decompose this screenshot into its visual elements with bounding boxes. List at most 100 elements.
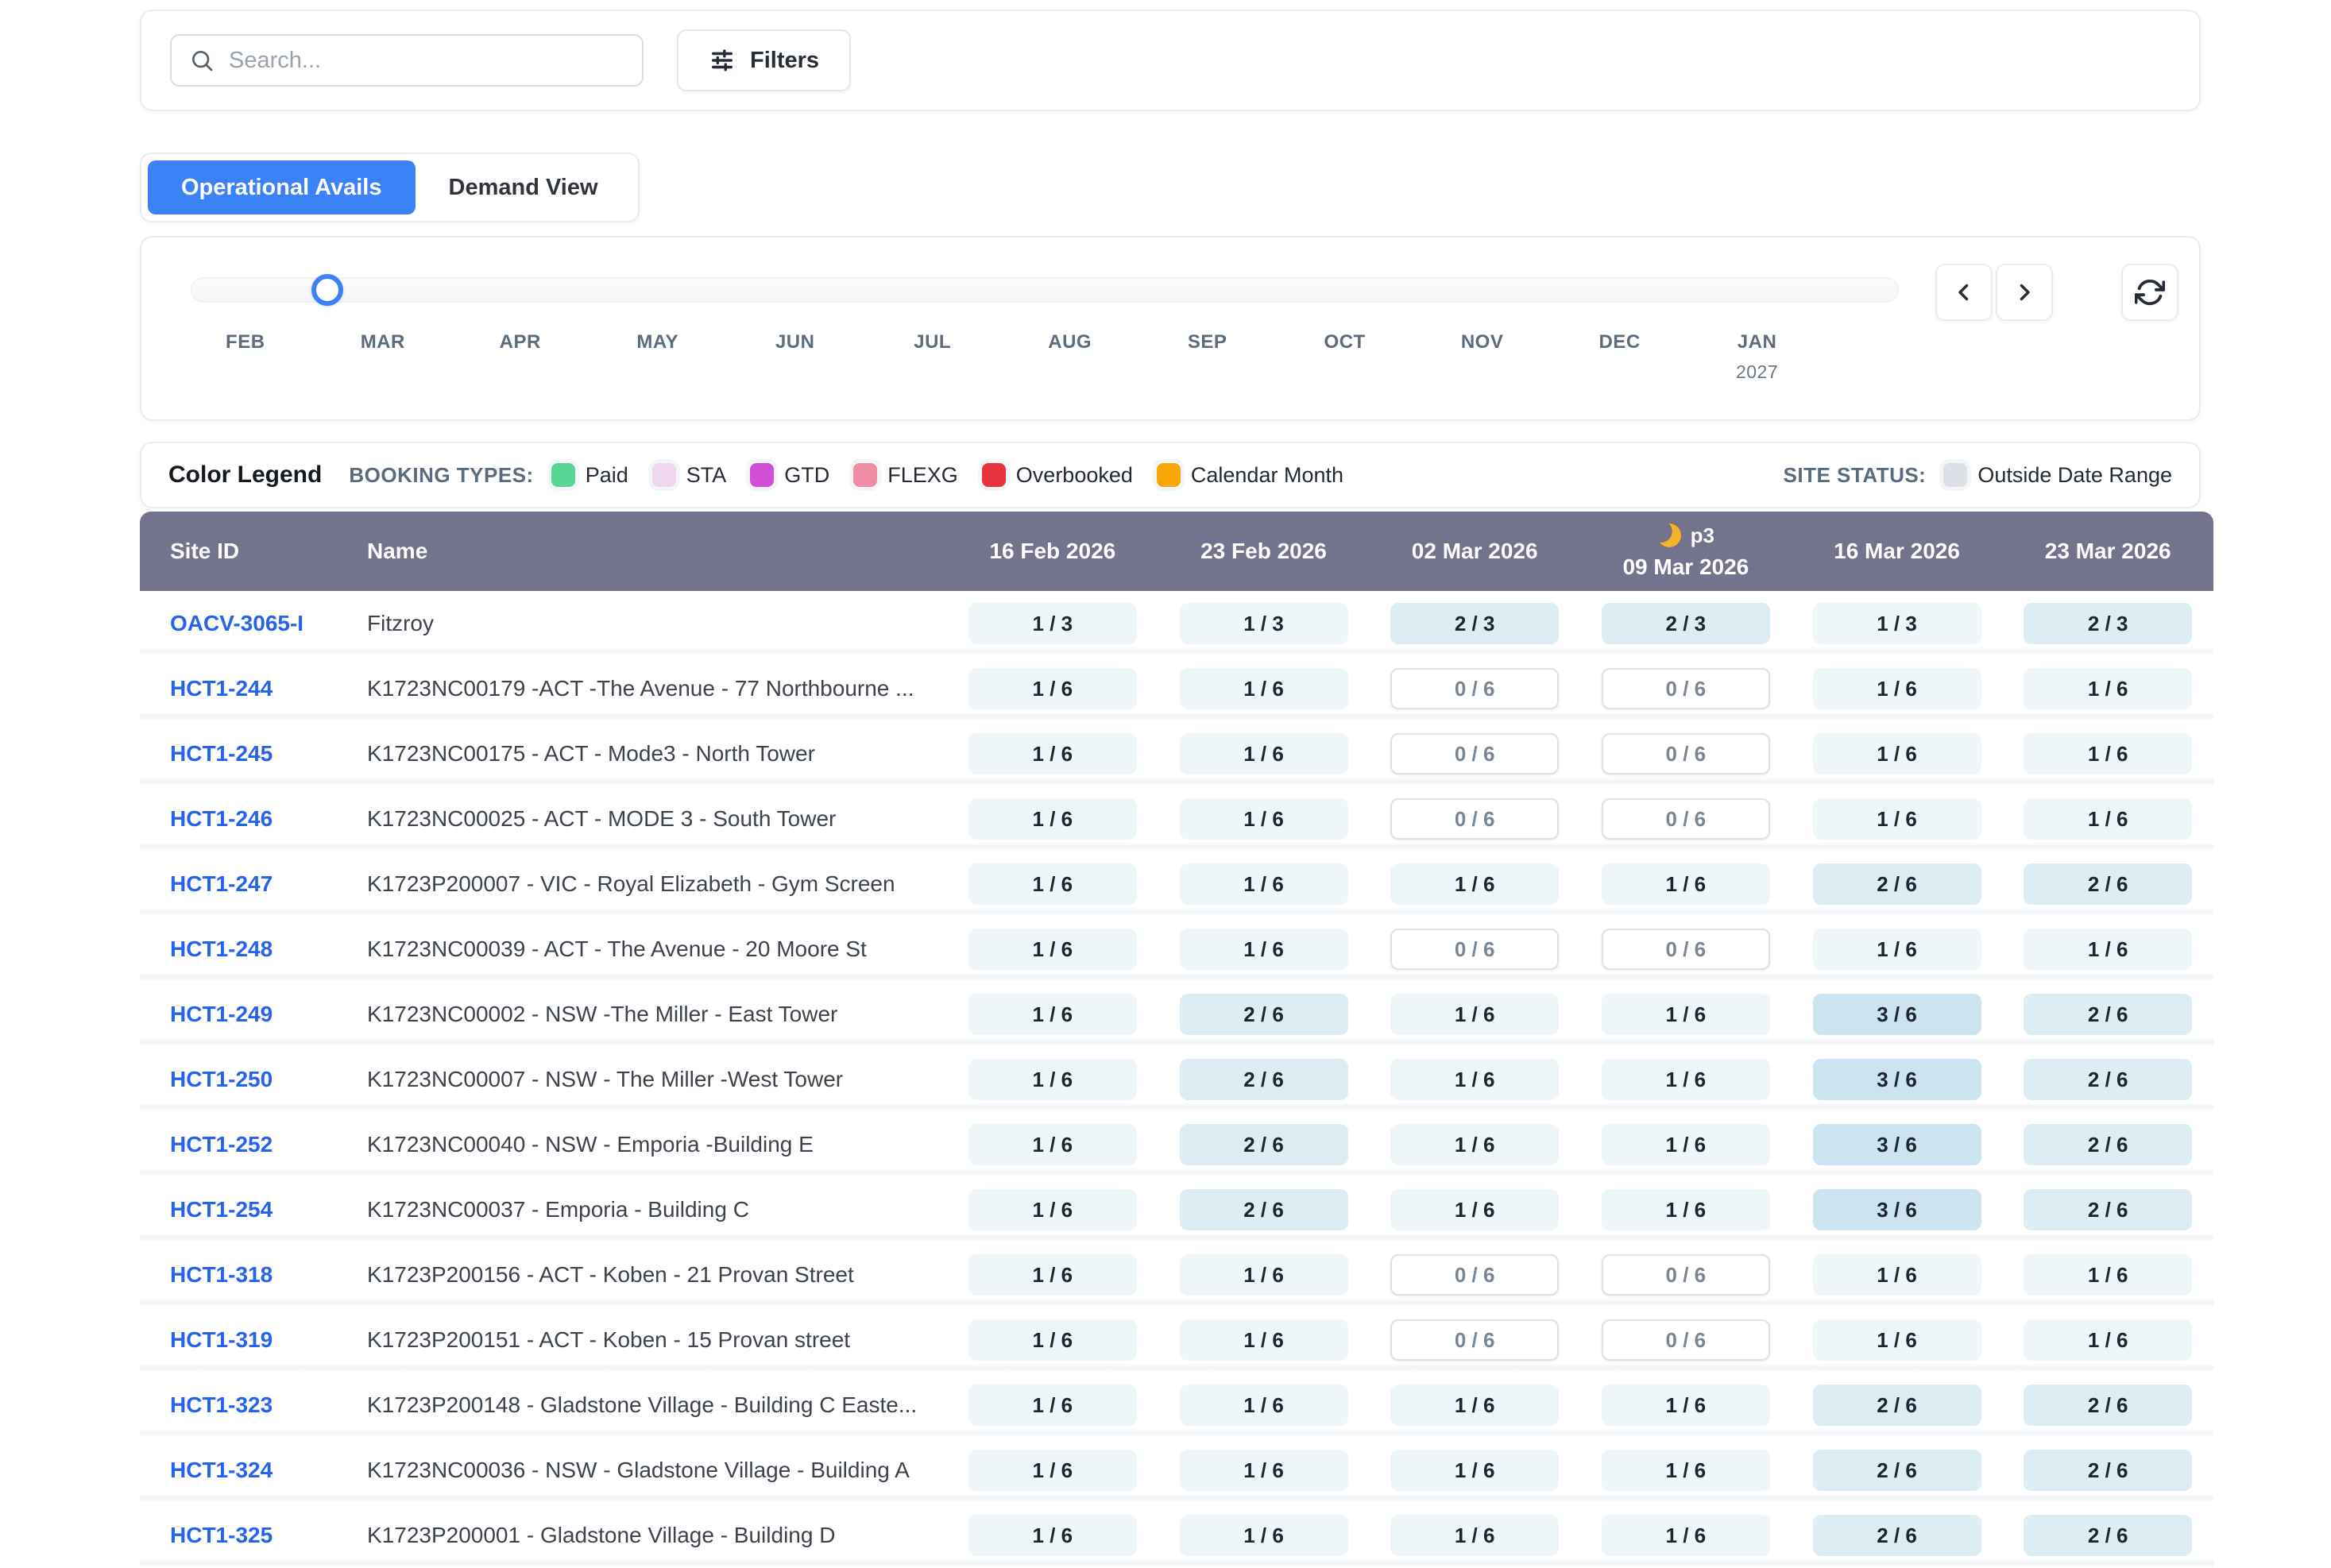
site-id-link[interactable]: HCT1-246 [170,806,273,831]
availability-pill[interactable]: 1 / 6 [1180,863,1348,905]
availability-pill[interactable]: 2 / 6 [2024,1515,2192,1556]
availability-pill[interactable]: 1 / 6 [968,1059,1137,1100]
availability-pill[interactable]: 1 / 6 [1180,1254,1348,1296]
availability-pill[interactable]: 1 / 6 [1813,1254,1981,1296]
availability-pill[interactable]: 2 / 6 [2024,1124,2192,1165]
availability-pill[interactable]: 3 / 6 [1813,994,1981,1035]
availability-pill[interactable]: 1 / 6 [1602,1385,1770,1426]
availability-pill[interactable]: 1 / 6 [968,733,1137,774]
availability-pill[interactable]: 1 / 6 [968,668,1137,709]
availability-pill[interactable]: 1 / 6 [1180,733,1348,774]
availability-pill[interactable]: 1 / 6 [1390,1515,1559,1556]
availability-pill[interactable]: 1 / 6 [1602,1515,1770,1556]
site-id-link[interactable]: HCT1-325 [170,1523,273,1547]
tab-operational-avails[interactable]: Operational Avails [148,160,416,214]
availability-pill[interactable]: 1 / 6 [1602,994,1770,1035]
availability-pill[interactable]: 0 / 6 [1602,929,1770,970]
availability-pill[interactable]: 2 / 6 [1813,1515,1981,1556]
availability-pill[interactable]: 0 / 6 [1390,929,1559,970]
availability-pill[interactable]: 1 / 6 [1390,1450,1559,1491]
availability-pill[interactable]: 1 / 6 [968,1254,1137,1296]
availability-pill[interactable]: 2 / 6 [1180,1124,1348,1165]
timeline-track[interactable] [191,277,1899,303]
availability-pill[interactable]: 2 / 6 [2024,1189,2192,1230]
availability-pill[interactable]: 1 / 6 [2024,1254,2192,1296]
availability-pill[interactable]: 0 / 6 [1390,798,1559,840]
availability-pill[interactable]: 1 / 6 [1180,1385,1348,1426]
availability-pill[interactable]: 1 / 6 [1390,863,1559,905]
availability-pill[interactable]: 0 / 6 [1390,668,1559,709]
availability-pill[interactable]: 1 / 6 [1813,929,1981,970]
availability-pill[interactable]: 1 / 6 [968,1515,1137,1556]
availability-pill[interactable]: 2 / 6 [1180,1189,1348,1230]
site-id-link[interactable]: OACV-3065-I [170,611,303,635]
search-box[interactable] [170,34,644,87]
availability-pill[interactable]: 1 / 6 [968,929,1137,970]
site-id-link[interactable]: HCT1-254 [170,1197,273,1222]
tab-demand-view[interactable]: Demand View [416,160,632,214]
availability-pill[interactable]: 2 / 3 [1602,603,1770,644]
availability-pill[interactable]: 1 / 6 [1602,1059,1770,1100]
availability-pill[interactable]: 1 / 6 [2024,929,2192,970]
availability-pill[interactable]: 1 / 6 [968,798,1137,840]
availability-pill[interactable]: 0 / 6 [1390,733,1559,774]
availability-pill[interactable]: 1 / 6 [2024,798,2192,840]
availability-pill[interactable]: 2 / 6 [1813,863,1981,905]
availability-pill[interactable]: 1 / 3 [1180,603,1348,644]
availability-pill[interactable]: 2 / 6 [2024,1385,2192,1426]
availability-pill[interactable]: 2 / 6 [2024,994,2192,1035]
search-input[interactable] [229,48,624,74]
availability-pill[interactable]: 1 / 6 [2024,1319,2192,1361]
site-id-link[interactable]: HCT1-323 [170,1392,273,1417]
availability-pill[interactable]: 1 / 6 [968,863,1137,905]
refresh-button[interactable] [2121,264,2178,321]
availability-pill[interactable]: 1 / 6 [1180,1515,1348,1556]
site-id-link[interactable]: HCT1-252 [170,1132,273,1157]
site-id-link[interactable]: HCT1-250 [170,1067,273,1091]
availability-pill[interactable]: 2 / 3 [2024,603,2192,644]
availability-pill[interactable]: 0 / 6 [1602,1319,1770,1361]
availability-pill[interactable]: 0 / 6 [1602,668,1770,709]
availability-pill[interactable]: 1 / 6 [1602,1124,1770,1165]
availability-pill[interactable]: 1 / 6 [2024,668,2192,709]
availability-pill[interactable]: 2 / 6 [1180,994,1348,1035]
availability-pill[interactable]: 0 / 6 [1390,1254,1559,1296]
availability-pill[interactable]: 0 / 6 [1602,798,1770,840]
availability-pill[interactable]: 1 / 3 [1813,603,1981,644]
availability-pill[interactable]: 1 / 6 [968,1189,1137,1230]
availability-pill[interactable]: 1 / 6 [1602,1450,1770,1491]
availability-pill[interactable]: 3 / 6 [1813,1059,1981,1100]
availability-pill[interactable]: 0 / 6 [1390,1319,1559,1361]
availability-pill[interactable]: 1 / 6 [1180,1319,1348,1361]
availability-pill[interactable]: 1 / 6 [1180,929,1348,970]
availability-pill[interactable]: 1 / 6 [1390,1124,1559,1165]
availability-pill[interactable]: 1 / 6 [968,994,1137,1035]
timeline-next-button[interactable] [1996,264,2053,321]
site-id-link[interactable]: HCT1-318 [170,1262,273,1287]
availability-pill[interactable]: 1 / 6 [1602,863,1770,905]
availability-pill[interactable]: 1 / 6 [1390,1189,1559,1230]
availability-pill[interactable]: 1 / 6 [1180,798,1348,840]
availability-pill[interactable]: 1 / 6 [1813,668,1981,709]
availability-pill[interactable]: 1 / 6 [968,1450,1137,1491]
availability-pill[interactable]: 1 / 3 [968,603,1137,644]
site-id-link[interactable]: HCT1-244 [170,676,273,701]
availability-pill[interactable]: 2 / 6 [1813,1450,1981,1491]
site-id-link[interactable]: HCT1-245 [170,741,273,766]
availability-pill[interactable]: 1 / 6 [1813,1319,1981,1361]
availability-pill[interactable]: 1 / 6 [968,1319,1137,1361]
availability-pill[interactable]: 1 / 6 [1180,1450,1348,1491]
site-id-link[interactable]: HCT1-248 [170,937,273,961]
site-id-link[interactable]: HCT1-319 [170,1327,273,1352]
availability-pill[interactable]: 1 / 6 [1390,1385,1559,1426]
availability-pill[interactable]: 2 / 6 [2024,1450,2192,1491]
availability-pill[interactable]: 3 / 6 [1813,1124,1981,1165]
availability-pill[interactable]: 2 / 6 [1813,1385,1981,1426]
availability-pill[interactable]: 2 / 6 [1180,1059,1348,1100]
availability-pill[interactable]: 3 / 6 [1813,1189,1981,1230]
availability-pill[interactable]: 1 / 6 [1813,733,1981,774]
availability-pill[interactable]: 1 / 6 [968,1385,1137,1426]
availability-pill[interactable]: 2 / 6 [2024,1059,2192,1100]
timeline-slider-handle[interactable] [311,274,343,306]
availability-pill[interactable]: 0 / 6 [1602,1254,1770,1296]
